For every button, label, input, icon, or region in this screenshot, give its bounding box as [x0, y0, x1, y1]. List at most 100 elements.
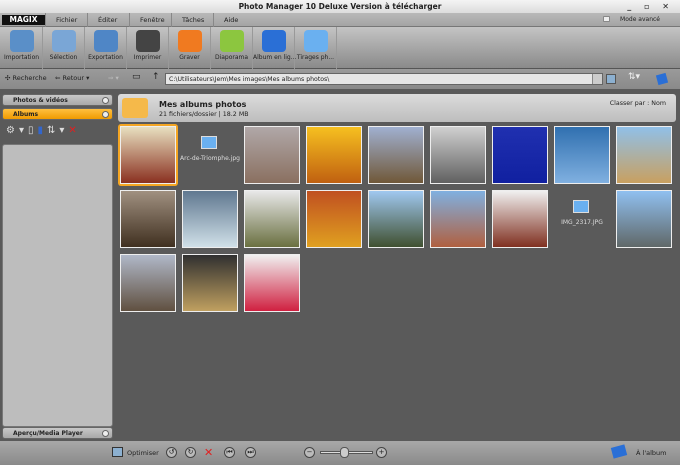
- photo-thumbnail: [554, 126, 610, 184]
- collapse-icon[interactable]: [102, 97, 109, 104]
- toolbar-icon: [9, 30, 34, 52]
- panel-photos-videos[interactable]: Photos & vidéos: [2, 94, 113, 106]
- toolbar-button-importation[interactable]: Importation: [1, 27, 43, 69]
- settings-icon[interactable]: ⚙▾: [6, 125, 28, 136]
- photo-thumbnail: [120, 190, 176, 248]
- mode-avance-checkbox[interactable]: [603, 16, 610, 22]
- toolbar-button-graver[interactable]: Graver: [169, 27, 211, 69]
- collapse-icon[interactable]: [102, 111, 109, 118]
- menu-aide[interactable]: Aide: [213, 13, 255, 27]
- to-album-button[interactable]: À l'album: [636, 449, 666, 457]
- copy-icon[interactable]: ▯: [28, 125, 38, 136]
- thumbnail[interactable]: [118, 188, 178, 250]
- panel-preview[interactable]: Aperçu/Media Player: [2, 427, 113, 439]
- photo-thumbnail: [368, 190, 424, 248]
- panel-albums[interactable]: Albums: [2, 108, 113, 120]
- toolbar-label: Diaporama: [214, 54, 249, 61]
- toolbar-button-albumenlig[interactable]: Album en lig...: [253, 27, 297, 69]
- panel-label: Photos & vidéos: [13, 97, 68, 104]
- thumbnail[interactable]: [428, 188, 488, 250]
- thumbnail[interactable]: [304, 188, 364, 250]
- search-label: Recherche: [12, 74, 47, 82]
- bottom-toolbar: Optimiser ↺ ↻ ✕ ⏮ ⏭ − + À l'album: [0, 441, 680, 465]
- menu-taches[interactable]: Tâches: [171, 13, 213, 27]
- search-button[interactable]: ✣ Recherche: [5, 74, 47, 82]
- last-icon[interactable]: ⏭: [245, 447, 256, 458]
- photo-thumbnail: [244, 190, 300, 248]
- to-album-icon[interactable]: [610, 444, 628, 459]
- thumbnail[interactable]: [242, 252, 302, 314]
- toolbar-button-sélection[interactable]: Sélection: [43, 27, 85, 69]
- folder-header: Mes albums photos 21 fichiers/dossier | …: [118, 94, 676, 122]
- thumbnail[interactable]: [242, 124, 302, 186]
- optimize-icon[interactable]: [112, 447, 123, 457]
- toolbar-label: Imprimer: [133, 54, 162, 61]
- path-input[interactable]: C:\Utilisateurs\Jem\Mes images\Mes album…: [165, 73, 603, 85]
- toolbar-button-tiragesph[interactable]: Tirages ph...: [295, 27, 337, 69]
- thumbnail[interactable]: [614, 188, 674, 250]
- thumbnail[interactable]: [118, 252, 178, 314]
- thumbnail[interactable]: [552, 124, 612, 186]
- first-icon[interactable]: ⏮: [224, 447, 235, 458]
- photo-thumbnail: [492, 126, 548, 184]
- toolbar-icon: [177, 30, 202, 52]
- zoom-slider-handle[interactable]: [340, 447, 349, 458]
- thumbnail[interactable]: [242, 188, 302, 250]
- delete-icon[interactable]: ✕: [204, 446, 213, 459]
- back-button[interactable]: ⇐ Retour ▾: [55, 74, 89, 82]
- thumbnail[interactable]: Arc-de-Triomphe.jpg: [180, 124, 240, 186]
- photo-thumbnail: [430, 126, 486, 184]
- window-controls[interactable]: _ ▫ ✕: [627, 0, 674, 13]
- rotate-left-icon[interactable]: ↺: [166, 447, 177, 458]
- sort-icon[interactable]: ⇅▾: [47, 125, 68, 136]
- thumbnail[interactable]: IMG_2317.JPG: [552, 188, 612, 250]
- forward-button[interactable]: ⇒ ▾: [108, 74, 119, 82]
- photo-thumbnail: [306, 190, 362, 248]
- thumbnail[interactable]: [304, 124, 364, 186]
- thumbnail[interactable]: [180, 252, 240, 314]
- zoom-out-icon[interactable]: −: [304, 447, 315, 458]
- toolbar-label: Album en lig...: [253, 54, 297, 61]
- toolbar-button-exportation[interactable]: Exportation: [85, 27, 127, 69]
- toolbar: Importation Sélection Exportation Imprimer G…: [0, 27, 680, 69]
- photo-thumbnail: [244, 254, 300, 312]
- computer-icon[interactable]: ▭: [132, 72, 141, 82]
- toolbar-icon: [51, 30, 76, 52]
- thumbnail[interactable]: [180, 188, 240, 250]
- thumbnail[interactable]: [490, 188, 550, 250]
- thumbnail[interactable]: [428, 124, 488, 186]
- thumbnail[interactable]: [490, 124, 550, 186]
- title-bar: Photo Manager 10 Deluxe Version à téléch…: [0, 0, 680, 13]
- photo-thumbnail: [244, 126, 300, 184]
- path-dropdown[interactable]: [592, 74, 602, 84]
- album-list[interactable]: [2, 144, 113, 427]
- folder-icon: [122, 98, 148, 118]
- rotate-right-icon[interactable]: ↻: [185, 447, 196, 458]
- thumbnail[interactable]: [118, 124, 178, 186]
- optimize-button[interactable]: Optimiser: [127, 449, 159, 457]
- sort-icon[interactable]: ⇅▾: [628, 72, 640, 82]
- album-icon[interactable]: [655, 72, 669, 86]
- image-file-icon: [201, 136, 217, 149]
- album-new-icon[interactable]: ▮: [38, 125, 48, 136]
- toolbar-button-diaporama[interactable]: Diaporama: [211, 27, 253, 69]
- menu-fichier[interactable]: Fichier: [45, 13, 87, 27]
- photo-thumbnail: [120, 126, 176, 184]
- up-arrow-icon[interactable]: ↑: [152, 72, 160, 82]
- thumbnail[interactable]: [366, 124, 426, 186]
- sort-by[interactable]: Classer par : Nom: [610, 100, 666, 107]
- expand-icon[interactable]: [102, 430, 109, 437]
- menu-fenetre[interactable]: Fenêtre: [129, 13, 171, 27]
- menu-editer[interactable]: Éditer: [87, 13, 129, 27]
- window-title: Photo Manager 10 Deluxe Version à téléch…: [238, 2, 442, 11]
- toolbar-button-imprimer[interactable]: Imprimer: [127, 27, 169, 69]
- view-icon[interactable]: [606, 74, 616, 84]
- thumbnail[interactable]: [614, 124, 674, 186]
- panel-label: Aperçu/Media Player: [13, 430, 83, 437]
- file-name: Arc-de-Triomphe.jpg: [180, 155, 240, 162]
- delete-icon[interactable]: ✕: [68, 125, 80, 136]
- toolbar-label: Sélection: [49, 54, 78, 61]
- thumbnail[interactable]: [366, 188, 426, 250]
- zoom-in-icon[interactable]: +: [376, 447, 387, 458]
- toolbar-icon: [93, 30, 118, 52]
